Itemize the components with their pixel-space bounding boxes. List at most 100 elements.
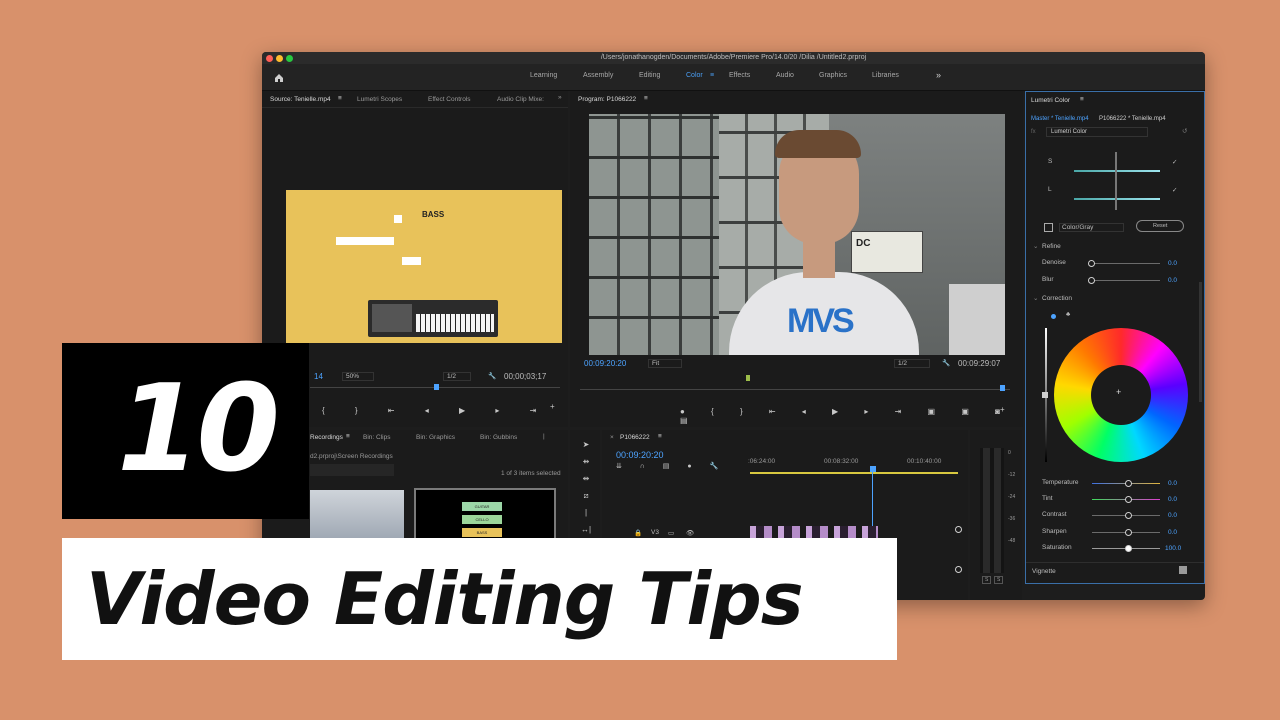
reset-effect-icon[interactable]: ↺ — [1182, 127, 1187, 135]
source-playhead[interactable] — [434, 384, 439, 390]
sequence-menu-icon[interactable]: ≡ — [658, 433, 662, 440]
program-playhead[interactable] — [1000, 385, 1005, 391]
lumetri-title[interactable]: Lumetri Color — [1031, 97, 1070, 104]
single-wheel-toggle[interactable] — [1051, 314, 1056, 319]
fit-select[interactable]: Fit — [648, 359, 683, 368]
more-tabs-icon[interactable]: » — [558, 94, 562, 101]
zoom-window-button[interactable] — [286, 54, 293, 62]
tab-bin-graphics[interactable]: Bin: Graphics — [416, 434, 455, 441]
tab-bin-gubbins[interactable]: Bin: Gubbins — [480, 434, 517, 441]
denoise-slider[interactable] — [1092, 263, 1160, 264]
minimize-window-button[interactable] — [276, 54, 283, 62]
denoise-knob[interactable] — [1088, 260, 1095, 267]
lumetri-menu-icon[interactable]: ≡ — [1080, 96, 1084, 103]
temperature-knob[interactable] — [1125, 480, 1132, 487]
wheel-crosshair[interactable]: + — [1116, 387, 1121, 397]
add-button-icon[interactable]: + — [550, 402, 555, 411]
effect-select[interactable]: Lumetri Color — [1046, 127, 1149, 137]
program-transport-buttons[interactable]: ● { } ⇤ ◂ ▶ ▸ ⇥ ▣ ▣ ◙ ▤ — [680, 407, 1023, 425]
close-window-button[interactable] — [266, 54, 273, 62]
refine-chevron-icon[interactable]: ⌄ — [1033, 242, 1038, 250]
l-curve-handle[interactable] — [1115, 180, 1117, 210]
correction-chevron-icon[interactable]: ⌄ — [1033, 294, 1038, 302]
s-curve-handle[interactable] — [1115, 152, 1117, 182]
more-workspaces-icon[interactable]: » — [936, 70, 941, 80]
program-resolution-select[interactable]: 1/2 — [894, 359, 931, 368]
workspace-audio[interactable]: Audio — [776, 72, 794, 79]
program-add-button-icon[interactable]: + — [1000, 405, 1005, 414]
timeline-scrollbar[interactable] — [955, 526, 962, 596]
l-check-icon[interactable]: ✓ — [1172, 186, 1177, 194]
solo-right-button[interactable]: S — [994, 576, 1004, 584]
vignette-section[interactable]: Vignette — [1032, 568, 1056, 575]
reset-button[interactable]: Reset — [1136, 220, 1185, 232]
panel-menu-icon[interactable]: ≡ — [338, 95, 342, 102]
contrast-value[interactable]: 0.0 — [1168, 512, 1177, 519]
lock-icon[interactable]: 🔒 — [634, 529, 642, 537]
sequence-tab[interactable]: P1066222 — [620, 434, 650, 441]
tab-bin-clips[interactable]: Bin: Clips — [363, 434, 390, 441]
scroll-handle[interactable] — [955, 526, 962, 533]
scroll-handle[interactable] — [955, 566, 962, 573]
blur-slider[interactable] — [1092, 280, 1160, 281]
tint-knob[interactable] — [1125, 496, 1132, 503]
bin-search-field[interactable] — [310, 464, 394, 476]
vignette-checkbox[interactable] — [1179, 566, 1187, 574]
settings-icon[interactable]: 🔧 — [488, 372, 496, 380]
timeline-tool-icons[interactable]: ⇊ ∩ ▤ ● 🔧 — [616, 462, 726, 470]
s-check-icon[interactable]: ✓ — [1172, 158, 1177, 166]
contrast-knob[interactable] — [1125, 512, 1132, 519]
solo-left-button[interactable]: S — [982, 576, 992, 584]
workspace-libraries[interactable]: Libraries — [872, 72, 899, 79]
tab-lumetri-scopes[interactable]: Lumetri Scopes — [357, 96, 402, 103]
program-scrub-bar[interactable] — [580, 389, 1010, 390]
program-video-frame[interactable]: DC MVS — [589, 114, 1005, 356]
l-curve-slider[interactable] — [1074, 198, 1160, 200]
sequence-clip[interactable]: P1066222 * Tenielle.mp4 — [1099, 116, 1166, 122]
project-menu-icon[interactable]: ≡ — [346, 433, 350, 440]
workspace-editing[interactable]: Editing — [639, 72, 660, 79]
more-bins-icon[interactable]: | — [543, 433, 545, 440]
sharpen-knob[interactable] — [1125, 529, 1132, 536]
source-video-frame[interactable]: BASS — [286, 190, 562, 343]
program-title[interactable]: Program: P1066222 — [578, 96, 636, 103]
color-gray-select[interactable]: Color/Gray — [1059, 223, 1125, 232]
home-icon[interactable] — [274, 70, 284, 82]
luma-handle[interactable] — [1042, 392, 1048, 398]
resolution-select[interactable]: 1/2 — [443, 372, 472, 381]
tab-recordings[interactable]: Recordings — [310, 434, 343, 441]
saturation-value[interactable]: 100.0 — [1165, 545, 1181, 552]
workspace-menu-icon[interactable]: ≡ — [710, 72, 714, 79]
source-transport-buttons[interactable]: { } ⇤ ◂ ▶ ▸ ⇥ — [322, 406, 550, 415]
timeline-playhead[interactable] — [870, 466, 876, 472]
refine-section[interactable]: Refine — [1042, 243, 1061, 250]
tab-audio-clip-mixer[interactable]: Audio Clip Mixe: — [497, 96, 544, 103]
color-gray-checkbox[interactable] — [1044, 223, 1053, 232]
workspace-learning[interactable]: Learning — [530, 72, 557, 79]
sharpen-value[interactable]: 0.0 — [1168, 529, 1177, 536]
tab-effect-controls[interactable]: Effect Controls — [428, 96, 471, 103]
blur-value[interactable]: 0.0 — [1168, 277, 1177, 284]
color-wheel[interactable]: + — [1054, 328, 1188, 462]
eye-icon[interactable]: 👁 — [686, 529, 694, 537]
saturation-knob[interactable] — [1125, 545, 1132, 552]
sync-icon[interactable]: ▭ — [668, 529, 674, 537]
workspace-effects[interactable]: Effects — [729, 72, 750, 79]
program-menu-icon[interactable]: ≡ — [644, 95, 648, 102]
denoise-value[interactable]: 0.0 — [1168, 260, 1177, 267]
master-clip[interactable]: Master * Tenielle.mp4 — [1031, 116, 1089, 122]
program-settings-icon[interactable]: 🔧 — [942, 359, 950, 367]
lumetri-scrollbar[interactable] — [1199, 282, 1202, 402]
zoom-select[interactable]: 50% — [342, 372, 375, 381]
close-sequence-icon[interactable]: × — [610, 434, 614, 441]
workspace-color[interactable]: Color — [686, 72, 703, 79]
s-curve-slider[interactable] — [1074, 170, 1160, 172]
temperature-value[interactable]: 0.0 — [1168, 480, 1177, 487]
workspace-graphics[interactable]: Graphics — [819, 72, 847, 79]
three-wheel-toggle-icon[interactable]: ♣ — [1066, 311, 1070, 318]
work-area-bar[interactable] — [750, 472, 958, 474]
workspace-assembly[interactable]: Assembly — [583, 72, 613, 79]
correction-section[interactable]: Correction — [1042, 295, 1072, 302]
tab-source[interactable]: Source: Tenielle.mp4 — [270, 96, 331, 103]
blur-knob[interactable] — [1088, 277, 1095, 284]
